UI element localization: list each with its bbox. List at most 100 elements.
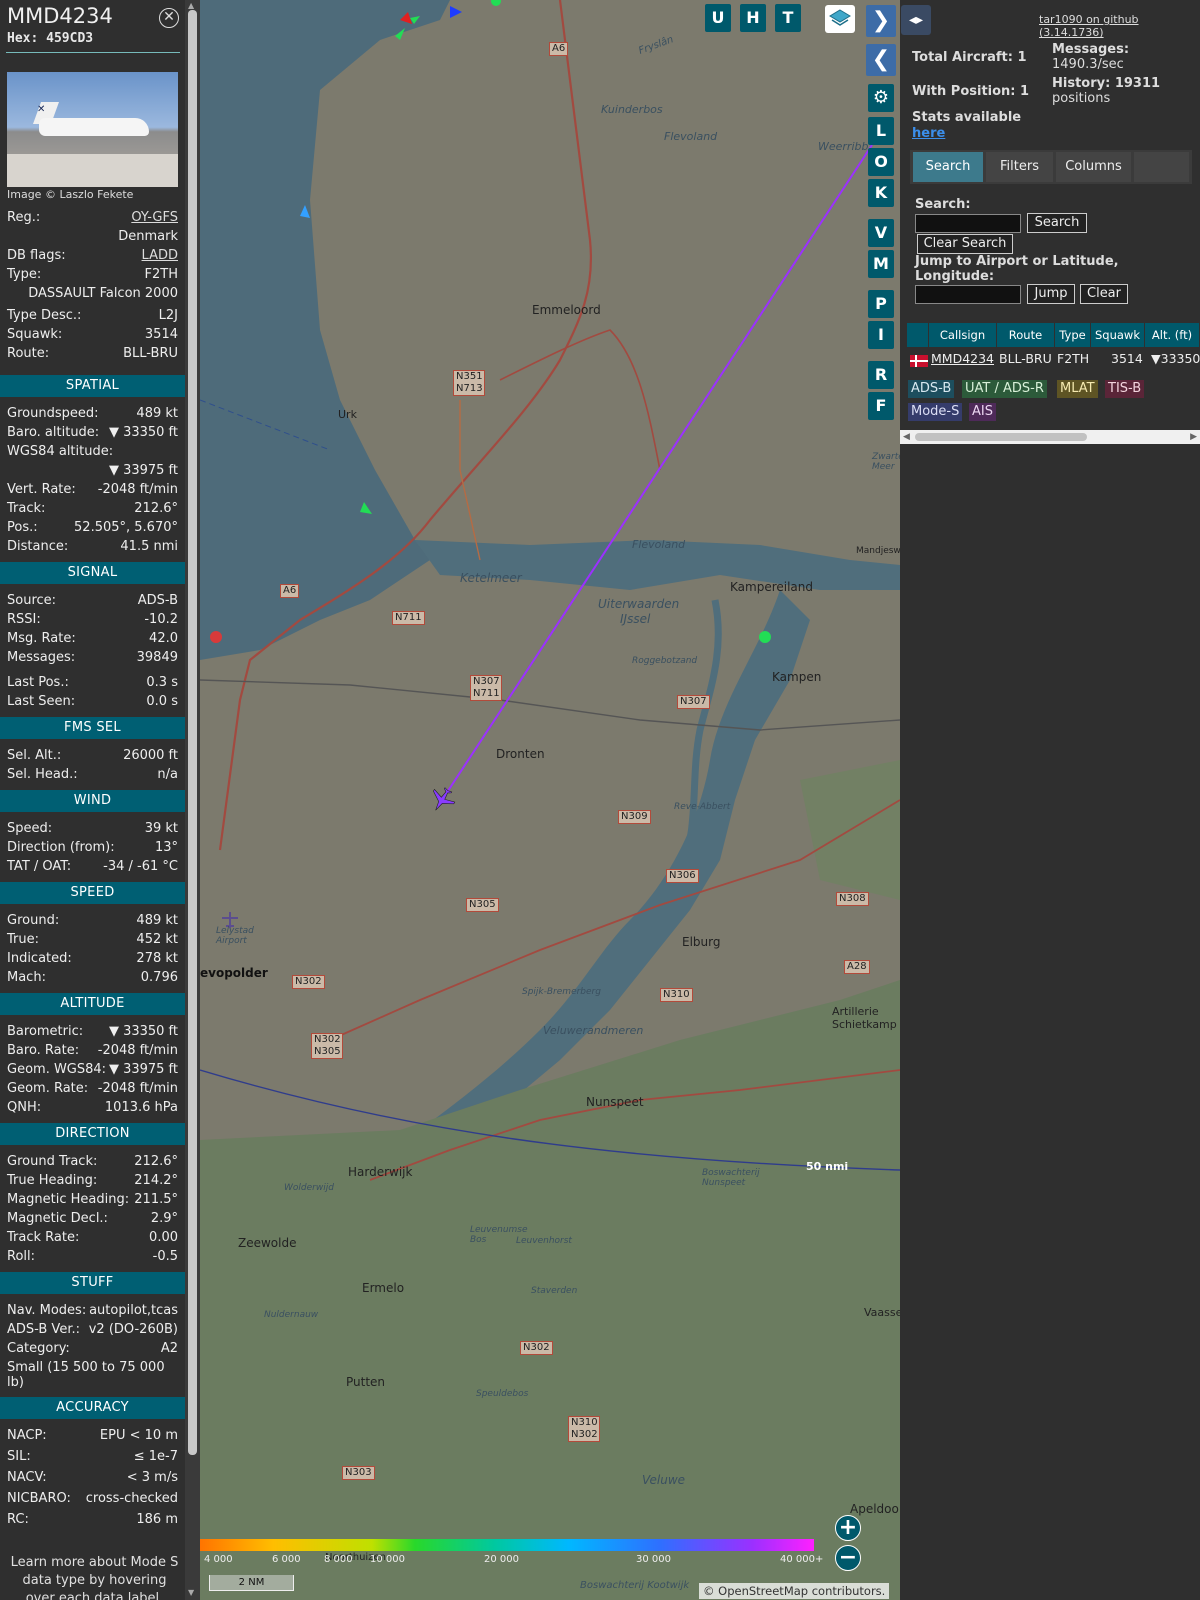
zoom-in-icon[interactable]: + [835, 1515, 861, 1541]
github-link[interactable]: tar1090 on github (3.14.1736) [1039, 13, 1200, 39]
hscroll-thumb[interactable] [915, 433, 1087, 441]
scroll-down-icon[interactable]: ▼ [188, 1588, 194, 1597]
table-horizontal-scrollbar[interactable]: ◀ ▶ [900, 430, 1200, 444]
info-key[interactable]: Source: [7, 591, 56, 610]
info-key[interactable]: Pos.: [7, 518, 38, 537]
zoom-out-icon[interactable]: − [835, 1545, 861, 1571]
map-attribution[interactable]: © OpenStreetMap contributors. [699, 1583, 890, 1599]
info-key[interactable]: Sel. Head.: [7, 765, 78, 784]
info-key[interactable]: Ground: [7, 911, 59, 930]
station-marker-green[interactable] [759, 631, 771, 643]
info-key[interactable]: Magnetic Heading: [7, 1190, 129, 1209]
tab-filters[interactable]: Filters [986, 152, 1053, 182]
stats-here-link[interactable]: here [912, 126, 945, 141]
info-key[interactable]: Vert. Rate: [7, 480, 76, 499]
map-button-t[interactable]: T [775, 4, 801, 32]
info-key[interactable]: Indicated: [7, 949, 72, 968]
jump-input[interactable] [915, 285, 1021, 304]
info-key[interactable]: TAT / OAT: [7, 857, 71, 876]
info-key[interactable]: RSSI: [7, 610, 41, 629]
tab-columns[interactable]: Columns [1056, 152, 1131, 182]
info-key[interactable]: Baro. altitude: [7, 423, 99, 442]
info-key[interactable]: Direction (from): [7, 838, 115, 857]
info-panel-scrollbar[interactable]: ▲ ▼ [185, 0, 200, 1600]
scroll-up-icon[interactable]: ▲ [188, 1, 194, 10]
jump-button[interactable]: Jump [1027, 284, 1075, 304]
info-key[interactable]: Barometric: [7, 1022, 83, 1041]
clear-jump-button[interactable]: Clear [1080, 284, 1128, 304]
scroll-left-icon[interactable]: ◀ [903, 430, 910, 444]
info-key[interactable]: NICBARO: [7, 1489, 71, 1508]
close-icon[interactable]: ✕ [159, 8, 179, 28]
map-button-o[interactable]: O [868, 148, 894, 176]
info-key[interactable]: True: [7, 930, 39, 949]
info-key[interactable]: Last Pos.: [7, 673, 69, 692]
info-key[interactable]: Track Rate: [7, 1228, 79, 1247]
table-header-type[interactable]: Type [1055, 323, 1091, 347]
dbflags-link[interactable]: LADD [142, 246, 178, 265]
station-marker-red[interactable] [210, 631, 222, 643]
info-key[interactable]: Speed: [7, 819, 52, 838]
map-button-v[interactable]: V [868, 219, 894, 247]
tab-search[interactable]: Search [913, 152, 983, 182]
info-key[interactable]: NACV: [7, 1468, 47, 1487]
map-button-r[interactable]: R [868, 361, 894, 389]
info-key[interactable]: NACP: [7, 1426, 47, 1445]
map-button-f[interactable]: F [868, 392, 894, 420]
info-key[interactable]: Msg. Rate: [7, 629, 76, 648]
info-key[interactable]: Distance: [7, 537, 68, 556]
map-button-l[interactable]: L [868, 117, 894, 145]
info-key[interactable]: WGS84 altitude: [7, 442, 113, 461]
aircraft-marker-blue[interactable] [450, 6, 462, 18]
table-header-flag[interactable] [907, 323, 929, 347]
info-key[interactable]: Ground Track: [7, 1152, 97, 1171]
selected-aircraft-icon[interactable] [425, 783, 458, 816]
map-button-p[interactable]: P [868, 290, 894, 318]
info-key[interactable]: Baro. Rate: [7, 1041, 79, 1060]
scrollbar-thumb[interactable] [188, 10, 197, 1455]
back-chevron-left-icon[interactable]: ❮ [866, 44, 896, 76]
map-canvas[interactable]: Emmeloord Urk Dronten Kampen Kampereilan… [200, 0, 900, 1600]
info-key[interactable]: SIL: [7, 1447, 31, 1466]
table-header-route[interactable]: Route [997, 323, 1055, 347]
info-key[interactable]: Groundspeed: [7, 404, 98, 423]
info-key[interactable]: Last Seen: [7, 692, 75, 711]
search-button[interactable]: Search [1027, 213, 1087, 233]
info-key[interactable]: Magnetic Decl.: [7, 1209, 108, 1228]
altitude-color-legend [200, 1539, 814, 1551]
settings-gear-icon[interactable]: ⚙ [868, 84, 894, 112]
map-button-i[interactable]: I [868, 321, 894, 349]
clear-search-button[interactable]: Clear Search [917, 234, 1013, 254]
info-key[interactable]: Sel. Alt.: [7, 746, 61, 765]
info-key[interactable]: Geom. WGS84: [7, 1060, 106, 1079]
info-key[interactable]: Messages: [7, 648, 75, 667]
info-key[interactable]: RC: [7, 1510, 29, 1529]
station-marker-green-top[interactable] [491, 0, 501, 6]
info-key[interactable]: Geom. Rate: [7, 1079, 88, 1098]
map-button-m[interactable]: M [868, 250, 894, 278]
registration-link[interactable]: OY-GFS [131, 208, 178, 227]
info-key[interactable]: Track: [7, 499, 45, 518]
layers-icon[interactable] [825, 5, 855, 33]
map-button-k[interactable]: K [868, 179, 894, 207]
aircraft-photo[interactable]: ✕ [7, 72, 178, 187]
table-header-altitude[interactable]: Alt. (ft) [1145, 323, 1200, 347]
scroll-right-icon[interactable]: ▶ [1190, 430, 1197, 444]
info-key[interactable]: Nav. Modes: [7, 1301, 86, 1320]
info-key[interactable]: Category: [7, 1339, 70, 1358]
table-cell-callsign[interactable]: MMD4234 [931, 349, 994, 369]
tab-empty[interactable] [1134, 152, 1189, 182]
table-header-callsign[interactable]: Callsign [929, 323, 997, 347]
expand-arrows-icon[interactable]: ◂▸ [901, 5, 931, 35]
info-key[interactable]: QNH: [7, 1098, 41, 1117]
info-key[interactable]: Roll: [7, 1247, 35, 1266]
info-key[interactable]: True Heading: [7, 1171, 97, 1190]
collapse-sidebar-chevron-right-icon[interactable]: ❯ [866, 5, 896, 37]
info-key[interactable]: ADS-B Ver.: [7, 1320, 80, 1339]
map-button-h[interactable]: H [740, 4, 766, 32]
info-key[interactable]: Mach: [7, 968, 46, 987]
info-value: autopilot,tcas [89, 1303, 178, 1318]
table-header-squawk[interactable]: Squawk [1091, 323, 1145, 347]
map-button-u[interactable]: U [705, 4, 731, 32]
search-input[interactable] [915, 214, 1021, 233]
